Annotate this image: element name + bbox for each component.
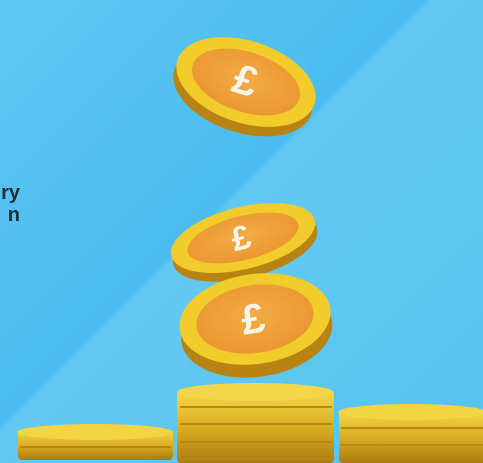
center-coin-stack <box>177 383 334 463</box>
falling-coin-top: £ <box>173 37 316 137</box>
left-coin-stack <box>17 424 173 460</box>
coin-illustration-scene: ry n £ £ £ <box>0 0 483 463</box>
falling-coin-lower: £ <box>179 273 333 378</box>
coin-artwork: £ £ £ <box>17 37 483 463</box>
right-coin-stack <box>338 404 483 463</box>
